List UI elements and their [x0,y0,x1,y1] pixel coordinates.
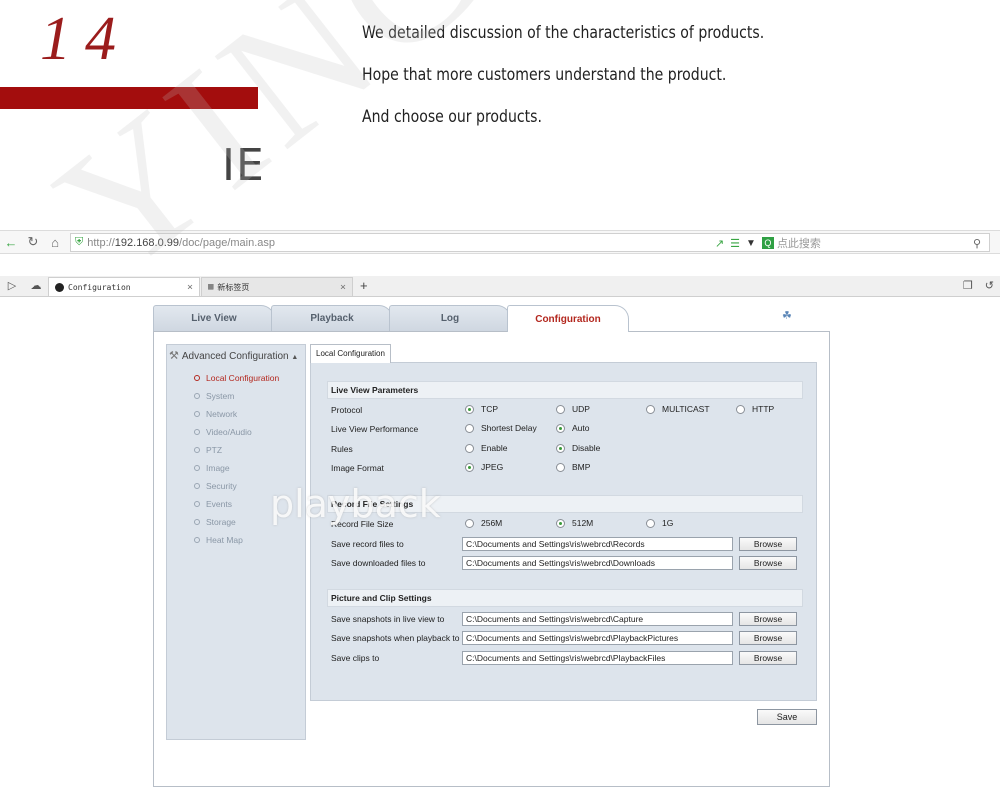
sidebar-toggle-icon[interactable]: ▷ [0,279,24,296]
refresh-icon[interactable]: ↻ [22,234,44,250]
browser-label: IE [222,140,265,191]
record-file-size-label: Record File Size [331,519,394,529]
save-downloaded-path-input[interactable]: C:\Documents and Settings\ris\webrcd\Dow… [462,556,733,570]
snap-live-label: Save snapshots in live view to [331,614,445,624]
intro-text: We detailed discussion of the characteri… [362,20,982,146]
save-record-path-input[interactable]: C:\Documents and Settings\ris\webrcd\Rec… [462,537,733,551]
brand-logo-icon: ☘ [782,310,792,322]
tab-configuration[interactable]: Configuration [507,305,629,332]
snap-playback-path-input[interactable]: C:\Documents and Settings\ris\webrcd\Pla… [462,631,733,645]
rules-disable-radio[interactable]: Disable [556,443,600,453]
browse-snap-playback-button[interactable]: Browse [739,631,797,645]
browser-tab-configuration[interactable]: Configuration × [48,277,200,296]
sidebar-item-image[interactable]: Image [194,459,279,477]
browse-snap-live-button[interactable]: Browse [739,612,797,626]
browser-tab-new[interactable]: ▦ 新标签页 × [201,277,353,296]
save-button[interactable]: Save [757,709,817,725]
share-icon[interactable]: ↗ [715,237,724,250]
tab-local-configuration[interactable]: Local Configuration [310,344,391,363]
file-size-512m-radio[interactable]: 512M [556,518,593,528]
save-downloaded-label: Save downloaded files to [331,558,426,568]
undo-icon[interactable]: ↺ [985,279,994,292]
sidebar-item-ptz[interactable]: PTZ [194,441,279,459]
camera-favicon-icon [55,282,64,292]
browser-tab-title: Configuration [68,282,131,292]
sidebar-list: Local Configuration System Network Video… [194,369,279,549]
sidebar-item-system[interactable]: System [194,387,279,405]
sidebar-item-video-audio[interactable]: Video/Audio [194,423,279,441]
protocol-label: Protocol [331,405,363,415]
sidebar-item-network[interactable]: Network [194,405,279,423]
section-picture-clip-settings: Picture and Clip Settings [327,589,803,607]
config-sidebar: ⚒ Advanced Configuration ▲ Local Configur… [166,344,306,740]
clips-label: Save clips to [331,653,380,663]
search-input[interactable]: Q 点此搜索 [761,235,967,251]
browse-clips-button[interactable]: Browse [739,651,797,665]
sidebar-heading[interactable]: ⚒ Advanced Configuration ▲ [169,349,298,362]
new-tab-button[interactable]: + [354,278,374,296]
chevron-up-icon: ▲ [291,354,299,361]
accent-bar [0,87,258,109]
grid-icon: ▦ [208,282,214,292]
url-field[interactable]: ⛨ http://192.168.0.99/doc/page/main.asp … [70,233,990,252]
back-arrow-icon[interactable]: ← [0,235,22,250]
save-record-label: Save record files to [331,539,404,549]
image-format-label: Image Format [331,463,384,473]
url-text: http://192.168.0.99/doc/page/main.asp [87,236,276,249]
search-icon[interactable]: ⚲ [973,237,981,250]
performance-label: Live View Performance [331,424,419,434]
protocol-tcp-radio[interactable]: TCP [465,404,498,414]
address-bar: ← ↻ ⌂ ⛨ http://192.168.0.99/doc/page/mai… [0,230,1000,254]
intro-line: We detailed discussion of the characteri… [362,23,765,43]
browse-record-button[interactable]: Browse [739,537,797,551]
file-size-256m-radio[interactable]: 256M [465,518,502,528]
chevron-down-icon[interactable]: ▼ [746,238,756,249]
intro-line: And choose our products. [362,107,542,127]
tab-playback[interactable]: Playback [271,305,393,331]
clips-path-input[interactable]: C:\Documents and Settings\ris\webrcd\Pla… [462,651,733,665]
protocol-http-radio[interactable]: HTTP [736,404,774,414]
tab-live-view[interactable]: Live View [153,305,275,331]
search-placeholder: 点此搜索 [776,238,821,250]
search-engine-icon: Q [761,237,774,249]
protocol-udp-radio[interactable]: UDP [556,404,590,414]
performance-auto-radio[interactable]: Auto [556,423,590,433]
performance-shortest-delay-radio[interactable]: Shortest Delay [465,423,537,433]
sidebar-item-events[interactable]: Events [194,495,279,513]
close-icon[interactable]: × [340,282,346,293]
tabs-overview-icon[interactable]: ❐ [963,279,973,292]
intro-line: Hope that more customers understand the … [362,65,727,85]
close-icon[interactable]: × [187,282,193,293]
home-icon[interactable]: ⌂ [44,235,66,250]
protocol-multicast-radio[interactable]: MULTICAST [646,404,710,414]
image-format-bmp-radio[interactable]: BMP [556,462,590,472]
section-number: 14 [40,5,130,73]
sidebar-item-security[interactable]: Security [194,477,279,495]
image-format-jpeg-radio[interactable]: JPEG [465,462,503,472]
app-main-tabs: Live View Playback Log Configuration [153,305,833,332]
wrench-icon: ⚒ [169,350,179,362]
browse-downloaded-button[interactable]: Browse [739,556,797,570]
browser-tab-bar: ▷ ☁ Configuration × ▦ 新标签页 × + ❐ ↺ [0,276,1000,297]
sidebar-item-storage[interactable]: Storage [194,513,279,531]
sidebar-item-local-configuration[interactable]: Local Configuration [194,369,279,387]
snap-playback-label: Save snapshots when playback to [331,633,460,643]
section-record-file-settings: Record File Settings [327,495,803,513]
sidebar-item-heat-map[interactable]: Heat Map [194,531,279,549]
shield-icon: ⛨ [75,236,84,248]
rules-enable-radio[interactable]: Enable [465,443,507,453]
reader-icon[interactable]: ☰ [730,237,740,250]
file-size-1g-radio[interactable]: 1G [646,518,673,528]
rules-label: Rules [331,444,353,454]
tab-log[interactable]: Log [389,305,511,331]
snap-live-path-input[interactable]: C:\Documents and Settings\ris\webrcd\Cap… [462,612,733,626]
section-live-view-parameters: Live View Parameters [327,381,803,399]
browser-tab-title: 新标签页 [217,282,250,292]
cloud-icon[interactable]: ☁ [24,279,48,296]
